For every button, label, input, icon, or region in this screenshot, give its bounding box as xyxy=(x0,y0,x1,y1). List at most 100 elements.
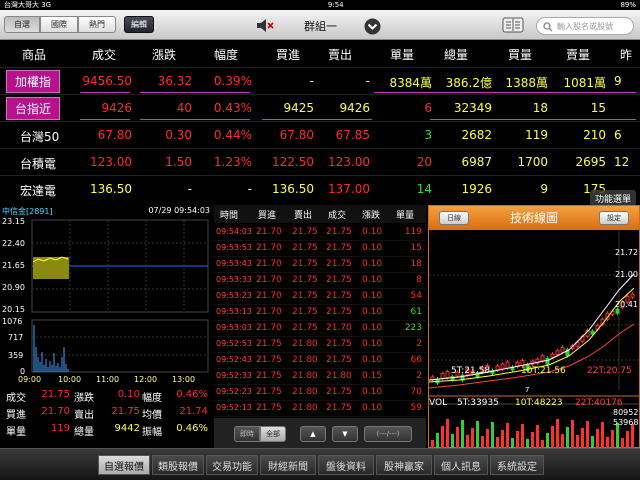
tick-cell: 61 xyxy=(410,307,422,317)
tech-axis-label: 21.72 xyxy=(615,248,638,257)
tick-cell: 09:53:23 xyxy=(216,291,252,300)
group-name[interactable]: 群組一 xyxy=(304,18,337,34)
quote-row[interactable]: 台指近 9426 40 0.43% 9425 9426 6 32349 18 1… xyxy=(0,94,640,121)
price-axis-label: 23.15 xyxy=(2,217,25,226)
nav-sector[interactable]: 類股報價 xyxy=(152,455,204,475)
quote-row[interactable]: 台積電 123.00 1.50 1.23% 122.50 123.00 20 6… xyxy=(0,148,640,175)
nav-after-hours[interactable]: 盤後資料 xyxy=(318,455,374,475)
tick-cell: 15 xyxy=(410,243,422,253)
tick-cell: 119 xyxy=(404,227,422,237)
volume-bar xyxy=(491,422,494,448)
quote-bid-vol: 1388萬 xyxy=(505,76,548,90)
volume-bar xyxy=(451,434,454,448)
quote-pct: 0.39% xyxy=(213,74,252,88)
price-axis-label: 21.65 xyxy=(2,261,25,270)
settings-button[interactable]: 設定 xyxy=(599,211,629,225)
chevron-down-icon[interactable] xyxy=(364,18,381,35)
volume-bar xyxy=(431,440,434,448)
candle xyxy=(555,350,560,356)
nav-messages[interactable]: 個人訊息 xyxy=(434,455,488,475)
tick-cell: 21.75 xyxy=(326,275,352,285)
quote-change: 1.50 xyxy=(165,155,192,169)
quote-ask: 123.00 xyxy=(328,155,370,169)
tick-cell: 21.70 xyxy=(256,243,282,253)
quote-total: 386.2億 xyxy=(445,76,492,90)
quote-ask-vol: 2695 xyxy=(575,155,606,169)
tab-international[interactable]: 國際 xyxy=(40,16,78,33)
tick-cell: 21.80 xyxy=(326,371,352,381)
intraday-chart[interactable]: 23.15 22.40 21.65 20.90 20.15 1076 717 3… xyxy=(0,217,212,385)
tab-popular[interactable]: 熱門 xyxy=(78,16,116,33)
quote-vol: 6 xyxy=(424,101,432,115)
volume-bar xyxy=(511,438,514,448)
tick-cell: 21.80 xyxy=(292,355,318,365)
tick-row: 09:52:23 21.75 21.80 21.75 0.10 70 xyxy=(214,385,426,401)
price-underline xyxy=(80,119,130,120)
candlestick-chart[interactable] xyxy=(429,230,639,448)
stat-value: 21.75 xyxy=(41,389,70,400)
quote-ask-vol: 210 xyxy=(583,128,606,142)
quote-extra: 6 xyxy=(614,128,622,142)
clock: 9:54 xyxy=(327,1,344,9)
mute-icon[interactable] xyxy=(256,19,274,32)
ma10-label: 10T:21.56 xyxy=(521,366,566,376)
tick-cell: 0.10 xyxy=(362,259,383,269)
volume-bar xyxy=(441,426,444,448)
change-underline xyxy=(140,119,250,120)
volume-bar xyxy=(591,436,594,448)
col-ask-vol: 賣量 xyxy=(565,48,590,62)
col-total: 總量 xyxy=(443,48,468,62)
tick-cell: 21.70 xyxy=(256,307,282,317)
nav-news[interactable]: 財經新聞 xyxy=(260,455,316,475)
stat-label: 均價 xyxy=(142,410,162,421)
scroll-up-button[interactable]: ▲ xyxy=(300,426,326,442)
quote-price: 136.50 xyxy=(90,182,132,196)
book-icon[interactable] xyxy=(502,17,524,33)
quote-row[interactable]: 加權指 9456.50 36.32 0.39% - - 8384萬 386.2億… xyxy=(0,67,640,94)
scroll-down-button[interactable]: ▼ xyxy=(332,426,358,442)
tick-cell: 21.75 xyxy=(256,403,282,413)
volume-bar xyxy=(436,433,439,448)
tick-cell: 0.10 xyxy=(362,339,383,349)
tick-cell: 09:53:13 xyxy=(216,307,252,316)
search-input[interactable]: 輸入股名或股號 xyxy=(536,17,634,35)
all-button[interactable]: 全部 xyxy=(260,426,286,442)
time-axis-label: 09:00 xyxy=(18,375,42,384)
quote-table: 商品 成交 漲跌 幅度 買進 賣出 單量 總量 買量 賣量 昨 加權指 9456… xyxy=(0,40,640,204)
quote-row[interactable]: 宏達電 136.50 - - 136.50 137.00 14 1926 9 1… xyxy=(0,175,640,202)
quote-ask-vol: 1081萬 xyxy=(563,76,606,90)
nav-settings[interactable]: 系統設定 xyxy=(490,455,544,475)
nav-winner[interactable]: 股神贏家 xyxy=(376,455,432,475)
volume-bar xyxy=(541,440,544,448)
quote-total: 1926 xyxy=(461,182,492,196)
edit-button[interactable]: 編輯 xyxy=(124,16,154,33)
nav-watchlist[interactable]: 自選報價 xyxy=(98,455,150,475)
volume-bar xyxy=(631,424,634,448)
volume-bar xyxy=(581,428,584,448)
daily-button[interactable]: 日線 xyxy=(439,211,469,225)
tick-cell: 66 xyxy=(410,355,422,365)
quote-ask: 67.85 xyxy=(335,128,370,142)
nav-trading[interactable]: 交易功能 xyxy=(206,455,258,475)
tick-cell: 21.75 xyxy=(292,291,318,301)
quote-vol: 20 xyxy=(416,155,432,169)
volume-bar xyxy=(586,421,589,448)
volume-bar xyxy=(481,436,484,448)
col-prev: 昨 xyxy=(619,48,632,62)
realtime-button[interactable]: 即時 xyxy=(234,426,260,442)
vol-ma10-label: 10T:48223 xyxy=(515,398,563,408)
function-menu-button[interactable]: 功能選單 xyxy=(590,190,636,206)
tick-row: 09:53:23 21.70 21.75 21.75 0.10 54 xyxy=(214,289,426,305)
page-indicator[interactable]: (---/---) xyxy=(364,426,412,442)
quote-bid: 9425 xyxy=(283,101,314,115)
tick-row: 09:53:33 21.70 21.75 21.75 0.10 8 xyxy=(214,273,426,289)
volume-bar xyxy=(471,428,474,448)
volume-bar xyxy=(551,426,554,448)
volume-bar xyxy=(611,430,614,448)
quote-row[interactable]: 台灣50 67.80 0.30 0.44% 67.80 67.85 3 2682… xyxy=(0,121,640,148)
candle xyxy=(550,353,555,358)
top-toolbar: 自選 國際 熱門 編輯 群組一 輸入股名或股號 xyxy=(0,10,640,40)
tick-cell: 21.75 xyxy=(256,339,282,349)
tick-list[interactable]: 09:54:03 21.70 21.75 21.75 0.10 119 09:53:53 21… xyxy=(214,205,426,417)
tab-watchlist[interactable]: 自選 xyxy=(4,16,40,33)
